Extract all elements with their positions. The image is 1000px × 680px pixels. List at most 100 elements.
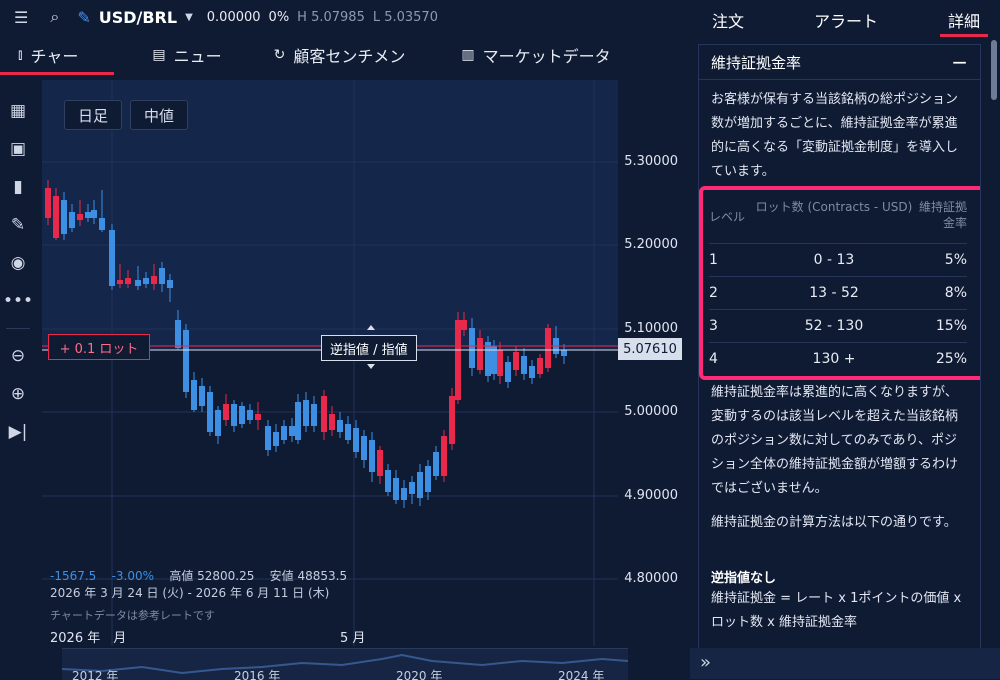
candle-body (385, 470, 391, 492)
price-tick: 5.20000 (624, 237, 678, 252)
table-row: 1 0 - 13 5% (709, 244, 967, 277)
description-text: 維持証拠金率は累進的に高くなりますが、変動するのは該当レベルを超えた当該銘柄のポ… (711, 385, 959, 496)
cell-level: 1 (709, 252, 718, 268)
candle-body (77, 214, 83, 220)
cell-lots: 52 - 130 (804, 318, 864, 334)
candle-body (99, 218, 105, 230)
panel-title: 維持証拠金率 (711, 53, 802, 72)
cell-rate: 5% (944, 252, 967, 268)
candle-body (409, 482, 415, 494)
symbol-name[interactable]: USD/BRL (99, 8, 177, 27)
cell-lots: 0 - 13 (813, 252, 855, 268)
tab-alert[interactable]: アラート (814, 8, 878, 32)
margin-table: レベル ロット数 (Contracts - USD) 維持証拠金率 1 0 - … (709, 199, 967, 375)
top-bar: ☰ ⌕ ✎ USD/BRL ▼ 0.00000 0% H 5.07985 L 5… (0, 0, 690, 34)
date-range: 2026 年 3 月 24 日 (火) - 2026 年 6 月 11 日 (木… (50, 586, 330, 600)
draw-icon[interactable]: ✎ (0, 206, 36, 244)
candle-body (561, 350, 567, 356)
candle-body (393, 478, 399, 500)
navigator-year: 2016 年 (234, 669, 281, 680)
cell-rate: 8% (944, 285, 967, 301)
panel-footer: » (690, 648, 1000, 679)
candle-body (303, 400, 309, 426)
tab-sentiment[interactable]: ↻ 顧客センチメン (274, 36, 406, 74)
tab-details[interactable]: 詳細 (939, 8, 989, 37)
price-type-selector[interactable]: 中値 (130, 100, 188, 130)
navigator-year: 2020 年 (396, 669, 443, 680)
tab-order[interactable]: 注文 (712, 8, 744, 32)
hamburger-icon[interactable]: ☰ (14, 8, 28, 27)
tab-market-data[interactable]: ▥ マーケットデータ (461, 36, 610, 74)
candle-body (159, 268, 165, 284)
candle-body (91, 210, 97, 218)
chart-navigator[interactable]: 2012 年 2016 年 2020 年 2024 年 (62, 648, 628, 680)
candle-body (329, 414, 335, 430)
candle-body (521, 356, 527, 374)
add-lot-button[interactable]: + 0.1 ロット (48, 334, 150, 360)
candle-body (247, 410, 253, 420)
candle-body (45, 188, 51, 218)
candle-body (239, 406, 245, 424)
collapse-button[interactable]: − (951, 50, 968, 74)
price-tick: 4.80000 (624, 571, 678, 586)
price-axis: 5.30000 5.20000 5.10000 5.00000 4.90000 4.800… (618, 80, 690, 646)
chart-template-icon[interactable]: ▣ (0, 130, 36, 168)
timeframe-selector[interactable]: 日足 (64, 100, 122, 130)
change-percent: -3.00% (111, 569, 155, 583)
bar-chart-icon[interactable]: ▮ (0, 168, 36, 206)
candle-body (135, 280, 141, 286)
stop-limit-handle[interactable]: 逆指値 / 指値 (321, 335, 417, 361)
candle-body (401, 488, 407, 500)
candle-body (369, 440, 375, 472)
expand-icon[interactable]: » (700, 652, 711, 673)
table-row: 4 130 + 25% (709, 343, 967, 375)
chevron-down-icon[interactable]: ▼ (185, 12, 193, 23)
tab-label: マーケットデータ (482, 47, 611, 66)
cell-rate: 15% (935, 318, 967, 334)
table-row: 3 52 - 130 15% (709, 310, 967, 343)
zoom-in-icon[interactable]: ⊕ (0, 375, 36, 413)
zoom-out-icon[interactable]: ⊖ (0, 337, 36, 375)
tab-label: ニュー (173, 47, 222, 66)
price-chart[interactable] (42, 80, 618, 646)
pencil-icon[interactable]: ✎ (77, 8, 90, 27)
eye-icon[interactable]: ◉ (0, 244, 36, 282)
table-header: レベル ロット数 (Contracts - USD) 維持証拠金率 (709, 199, 967, 244)
header-level: レベル (709, 210, 746, 224)
candle-body (215, 410, 221, 436)
candle-body (151, 276, 157, 284)
candle-body (191, 380, 197, 410)
change-value: 0% (268, 9, 290, 25)
panel-scrollbar[interactable] (991, 40, 997, 100)
search-icon[interactable]: ⌕ (50, 7, 59, 27)
high-stat: 高値 52800.25 (169, 569, 255, 583)
candle-body (377, 450, 383, 476)
candle-body (311, 404, 317, 426)
panel-header: 維持証拠金率 − (699, 45, 980, 80)
chart-stats: -1567.5 -3.00% 高値 52800.25 安値 48853.5 (50, 567, 347, 584)
divider (6, 328, 30, 329)
calculation-text: 維持証拠金の計算方法は以下の通りです。 (711, 515, 957, 530)
more-icon[interactable]: ••• (0, 282, 36, 320)
candle-body (117, 280, 123, 284)
candle-body (61, 200, 67, 234)
candle-body (183, 330, 189, 392)
candle-body (425, 466, 431, 492)
candle-body (199, 386, 205, 406)
tab-chart[interactable]: ⫾ チャー (0, 36, 115, 75)
tab-news[interactable]: ▤ ニュー (152, 36, 221, 74)
navigator-year: 2024 年 (558, 669, 605, 680)
skip-to-end-icon[interactable]: ▶| (0, 413, 36, 451)
candle-body (273, 432, 279, 446)
candle-body (417, 472, 423, 498)
candle-body (545, 328, 551, 368)
high-value: H 5.07985 (297, 9, 365, 25)
cell-level: 4 (709, 351, 718, 367)
x-label-start: 2026 年 月 (50, 631, 127, 646)
candle-body (497, 350, 503, 376)
chart-note: チャートデータは参考レートです (50, 609, 215, 622)
calendar-icon[interactable]: ▦ (0, 92, 36, 130)
candle-body (53, 196, 59, 238)
clipboard-icon: ▥ (461, 47, 475, 63)
intro-text: お客様が保有する当該銘柄の総ポジション数が増加するごとに、維持証拠金率が累進的に… (711, 92, 959, 179)
